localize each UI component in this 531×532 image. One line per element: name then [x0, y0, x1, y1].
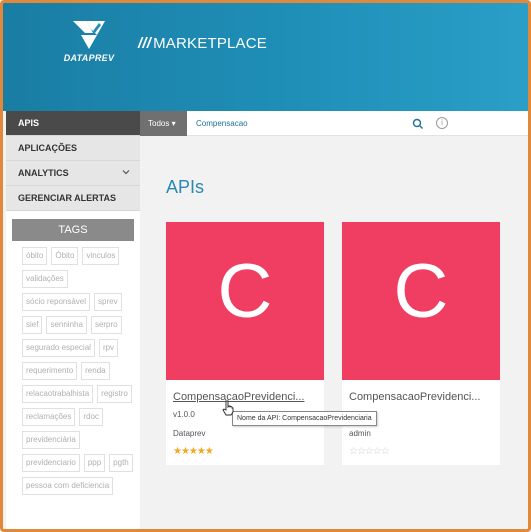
tag-item[interactable]: renda [81, 362, 110, 380]
dataprev-logo[interactable]: DATAPREV [47, 17, 131, 73]
tooltip: Nome da API: CompensacaoPrevidenciaria [232, 411, 377, 426]
logo-text: DATAPREV [63, 53, 115, 63]
tag-item[interactable]: senninha [46, 316, 87, 334]
sidebar: APIS APLICAÇÕES ANALYTICS GERENCIAR ALER… [6, 111, 140, 529]
marketplace-title: ///MARKETPLACE [138, 35, 267, 52]
tag-item[interactable]: ppp [83, 454, 106, 472]
tag-item[interactable]: previdenciario [22, 454, 80, 472]
sidebar-item-label: APIS [18, 118, 40, 128]
api-card-owner: Dataprev [173, 429, 206, 438]
tag-item[interactable]: relacaotrabalhista [22, 385, 94, 403]
tag-item[interactable]: óbito [22, 247, 48, 265]
dataprev-logo-icon [73, 21, 105, 49]
tag-item[interactable]: segurado especial [22, 339, 95, 357]
rating-stars: ☆☆☆☆☆ [349, 446, 390, 457]
tag-item[interactable]: requerimento [22, 362, 78, 380]
api-card-name[interactable]: CompensacaoPrevidenci... [349, 391, 494, 403]
rating-stars: ★★★★★ [173, 446, 214, 457]
tag-item[interactable]: validações [22, 270, 68, 288]
tag-item[interactable]: rdoc [79, 408, 103, 426]
api-card-name[interactable]: CompensacaoPrevidenci... [173, 391, 318, 403]
sidebar-item-gerenciar-alertas[interactable]: GERENCIAR ALERTAS [6, 186, 140, 211]
sidebar-item-analytics[interactable]: ANALYTICS [6, 161, 140, 186]
info-icon[interactable]: i [436, 117, 448, 129]
sidebar-item-label: GERENCIAR ALERTAS [18, 193, 117, 203]
tag-item[interactable]: pessoa com deficiencia [22, 477, 114, 495]
api-card-image[interactable]: C [342, 222, 500, 380]
tag-item[interactable]: sprev [94, 293, 122, 311]
sidebar-item-label: ANALYTICS [18, 168, 69, 178]
sidebar-item-apis[interactable]: APIS [6, 111, 140, 136]
tag-item[interactable]: rpv [98, 339, 119, 357]
tag-item[interactable]: pgth [109, 454, 133, 472]
api-card-version: v1.0.0 [173, 410, 195, 419]
api-card-owner: admin [349, 429, 371, 438]
api-card-image[interactable]: C [166, 222, 324, 380]
tag-item[interactable]: sócio reponsável [22, 293, 91, 311]
page-title: APIs [166, 177, 205, 197]
sidebar-item-label: APLICAÇÕES [18, 143, 78, 153]
tag-item[interactable]: Óbito [51, 247, 79, 265]
tag-item[interactable]: reclamações [22, 408, 76, 426]
tag-cloud: óbito Óbito vinculos validações sócio re… [6, 241, 140, 495]
api-card[interactable]: C CompensacaoPrevidenci... v1.0.0 Datapr… [166, 222, 324, 465]
search-bar: Todos ▾ Compensacao i [140, 111, 528, 136]
tag-item[interactable]: registro [97, 385, 132, 403]
api-card-letter: C [217, 249, 273, 334]
search-icon[interactable] [412, 117, 424, 129]
tag-item[interactable]: serpro [90, 316, 122, 334]
header-banner: DATAPREV ///MARKETPLACE [3, 3, 528, 111]
hand-cursor-icon [222, 400, 234, 416]
scope-dropdown[interactable]: Todos ▾ [140, 111, 187, 136]
title-text: MARKETPLACE [153, 35, 268, 52]
tag-item[interactable]: sief [22, 316, 43, 334]
tag-item[interactable]: vinculos [82, 247, 120, 265]
tag-item[interactable]: previdenciária [22, 431, 80, 449]
search-input[interactable]: Compensacao [196, 111, 248, 136]
tags-title: TAGS [12, 219, 134, 241]
sidebar-item-aplicacoes[interactable]: APLICAÇÕES [6, 136, 140, 161]
api-card-letter: C [393, 249, 449, 334]
api-card[interactable]: C CompensacaoPrevidenci... admin ☆☆☆☆☆ [342, 222, 500, 465]
app-window: DATAPREV ///MARKETPLACE APIS APLICAÇÕES … [0, 0, 531, 532]
title-slashes: /// [138, 35, 152, 52]
chevron-down-icon [122, 161, 130, 186]
